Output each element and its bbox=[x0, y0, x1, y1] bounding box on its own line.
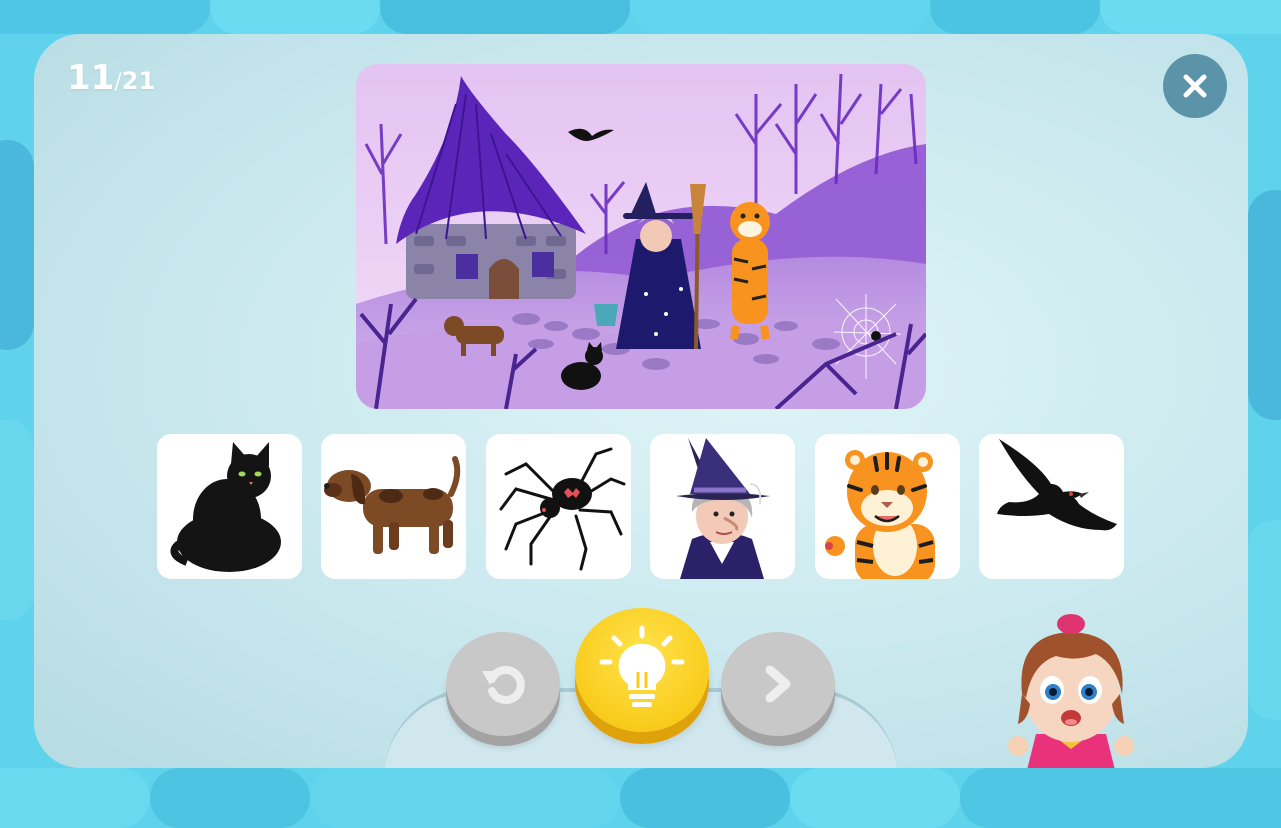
chevron-right-icon bbox=[765, 665, 791, 703]
progress-separator: / bbox=[114, 70, 122, 95]
scene-image bbox=[356, 64, 926, 409]
card-spider[interactable] bbox=[486, 434, 631, 579]
next-button[interactable] bbox=[721, 632, 835, 736]
hint-button[interactable] bbox=[575, 608, 709, 732]
card-dog[interactable] bbox=[321, 434, 466, 579]
progress-current: 11 bbox=[67, 58, 115, 98]
card-cat[interactable] bbox=[157, 434, 302, 579]
replay-icon bbox=[482, 666, 525, 704]
card-tiger[interactable] bbox=[815, 434, 960, 579]
spider-icon bbox=[499, 447, 626, 571]
witch-scene-illustration bbox=[356, 64, 926, 409]
lightbulb-icon bbox=[599, 625, 685, 707]
close-icon bbox=[1183, 74, 1207, 98]
card-crow[interactable] bbox=[979, 434, 1124, 579]
close-button[interactable] bbox=[1163, 54, 1227, 118]
game-panel: 11/21 bbox=[34, 34, 1248, 768]
crow-icon bbox=[997, 439, 1117, 531]
mascot bbox=[996, 594, 1146, 768]
brown-dog-icon bbox=[324, 456, 461, 554]
card-witch[interactable] bbox=[650, 434, 795, 579]
progress-total: 21 bbox=[121, 67, 156, 95]
tiger-icon bbox=[825, 450, 935, 579]
progress-counter: 11/21 bbox=[67, 58, 155, 98]
replay-button[interactable] bbox=[446, 632, 560, 736]
witch-icon bbox=[676, 438, 770, 579]
girl-mascot bbox=[1008, 614, 1134, 768]
black-cat-icon bbox=[170, 442, 281, 572]
